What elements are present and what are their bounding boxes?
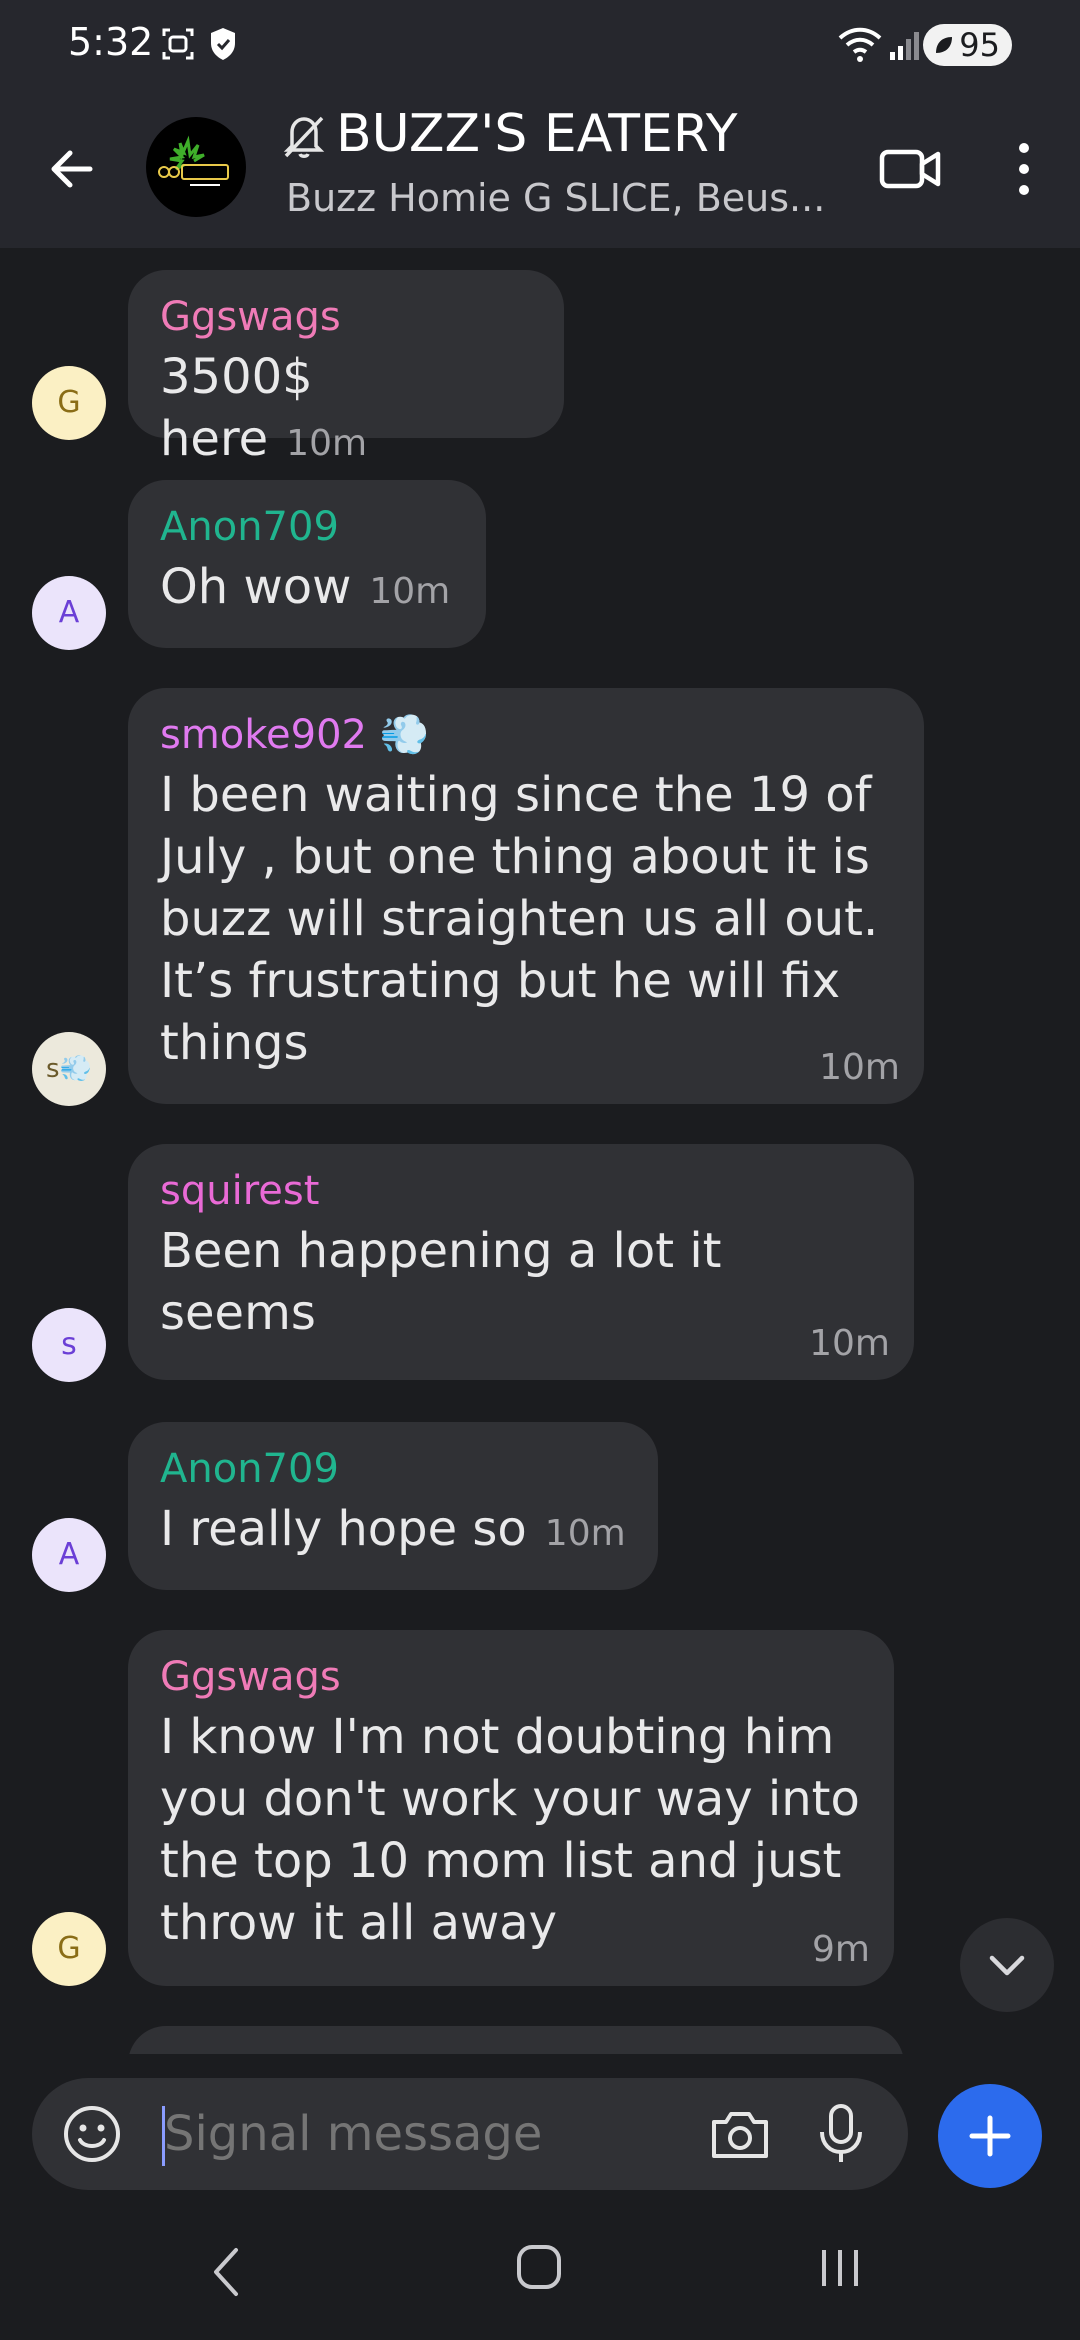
status-bar: 5:32 95: [0, 0, 1080, 90]
message-time: 10m: [809, 1323, 890, 1364]
message-text: Oh wow 10m: [160, 559, 451, 615]
nav-home-icon[interactable]: [514, 2242, 564, 2292]
group-title[interactable]: BUZZ'S EATERY: [336, 104, 737, 164]
microphone-icon[interactable]: [816, 2102, 866, 2166]
scroll-to-bottom-button[interactable]: [960, 1918, 1054, 2012]
sender-avatar[interactable]: s💨: [32, 1032, 106, 1106]
message-text: 3500$ here 10m: [160, 349, 368, 467]
emoji-icon[interactable]: [62, 2104, 122, 2164]
message-sender[interactable]: Ggswags: [160, 1652, 862, 1702]
message-sender[interactable]: Ggswags: [160, 292, 532, 342]
system-navigation-bar: [0, 2198, 1080, 2340]
battery-indicator: 95: [923, 24, 1012, 66]
shield-icon: [211, 28, 235, 60]
screen: 5:32 95 BUZZ'S EATERY Buzz Homie G SLICE…: [0, 0, 1080, 2340]
message-input[interactable]: [164, 2104, 684, 2164]
group-avatar[interactable]: [146, 117, 246, 217]
screenshot-icon: [162, 28, 194, 60]
nav-back-icon[interactable]: [206, 2242, 246, 2302]
composer: [0, 2054, 1080, 2198]
sender-avatar[interactable]: A: [32, 576, 106, 650]
message-input-container[interactable]: [32, 2078, 908, 2190]
message-text: I been waiting since the 19 of July , bu…: [160, 767, 879, 1071]
message-text: Been happening a lot it seems: [160, 1223, 722, 1341]
message-sender[interactable]: Anon709: [160, 1444, 626, 1494]
more-options-icon[interactable]: [1006, 134, 1042, 204]
message-sender[interactable]: smoke902 💨: [160, 710, 892, 760]
message-time: 10m: [286, 423, 368, 464]
back-arrow-icon[interactable]: [40, 136, 106, 202]
battery-level: 95: [959, 26, 1000, 64]
status-time: 5:32: [68, 20, 154, 64]
plus-icon: [969, 2115, 1011, 2157]
sender-avatar[interactable]: s: [32, 1308, 106, 1382]
message-time: 9m: [812, 1929, 870, 1970]
video-call-icon[interactable]: [876, 134, 946, 204]
signal-icon: [890, 32, 919, 60]
nav-recent-apps-icon[interactable]: [818, 2246, 862, 2290]
message-time: 10m: [544, 1513, 626, 1554]
message-bubble-partial[interactable]: [128, 2026, 904, 2054]
chevron-down-icon: [989, 1955, 1025, 1976]
group-logo-icon: [158, 135, 229, 186]
muted-bell-icon: [283, 116, 325, 158]
message-sender[interactable]: Anon709: [160, 502, 454, 552]
message-sender[interactable]: squirest: [160, 1166, 882, 1216]
message-bubble[interactable]: squirest Been happening a lot it seems 1…: [128, 1144, 914, 1380]
battery-saver-icon: [936, 37, 953, 53]
message-time: 10m: [369, 571, 451, 612]
message-list[interactable]: G Ggswags 3500$ here 10m A Anon709 Oh wow…: [0, 248, 1080, 2054]
message-bubble[interactable]: Ggswags 3500$ here 10m: [128, 270, 564, 467]
message-bubble[interactable]: Ggswags I know I'm not doubting him you …: [128, 1630, 894, 1986]
message-bubble[interactable]: smoke902 💨 I been waiting since the 19 o…: [128, 688, 924, 1104]
attach-button[interactable]: [938, 2084, 1042, 2188]
message-bubble[interactable]: Anon709 I really hope so 10m: [128, 1422, 658, 1590]
wifi-icon: [838, 27, 882, 62]
group-members[interactable]: Buzz Homie G SLICE, Beus...: [286, 176, 825, 220]
conversation-header: BUZZ'S EATERY Buzz Homie G SLICE, Beus..…: [0, 90, 1080, 248]
message-text: I really hope so 10m: [160, 1501, 626, 1557]
message-time: 10m: [819, 1047, 900, 1088]
sender-avatar[interactable]: A: [32, 1518, 106, 1592]
camera-icon[interactable]: [708, 2104, 772, 2164]
message-text: I know I'm not doubting him you don't wo…: [160, 1709, 860, 1951]
sender-avatar[interactable]: G: [32, 1912, 106, 1986]
message-bubble[interactable]: Anon709 Oh wow 10m: [128, 480, 486, 648]
sender-avatar[interactable]: G: [32, 366, 106, 440]
